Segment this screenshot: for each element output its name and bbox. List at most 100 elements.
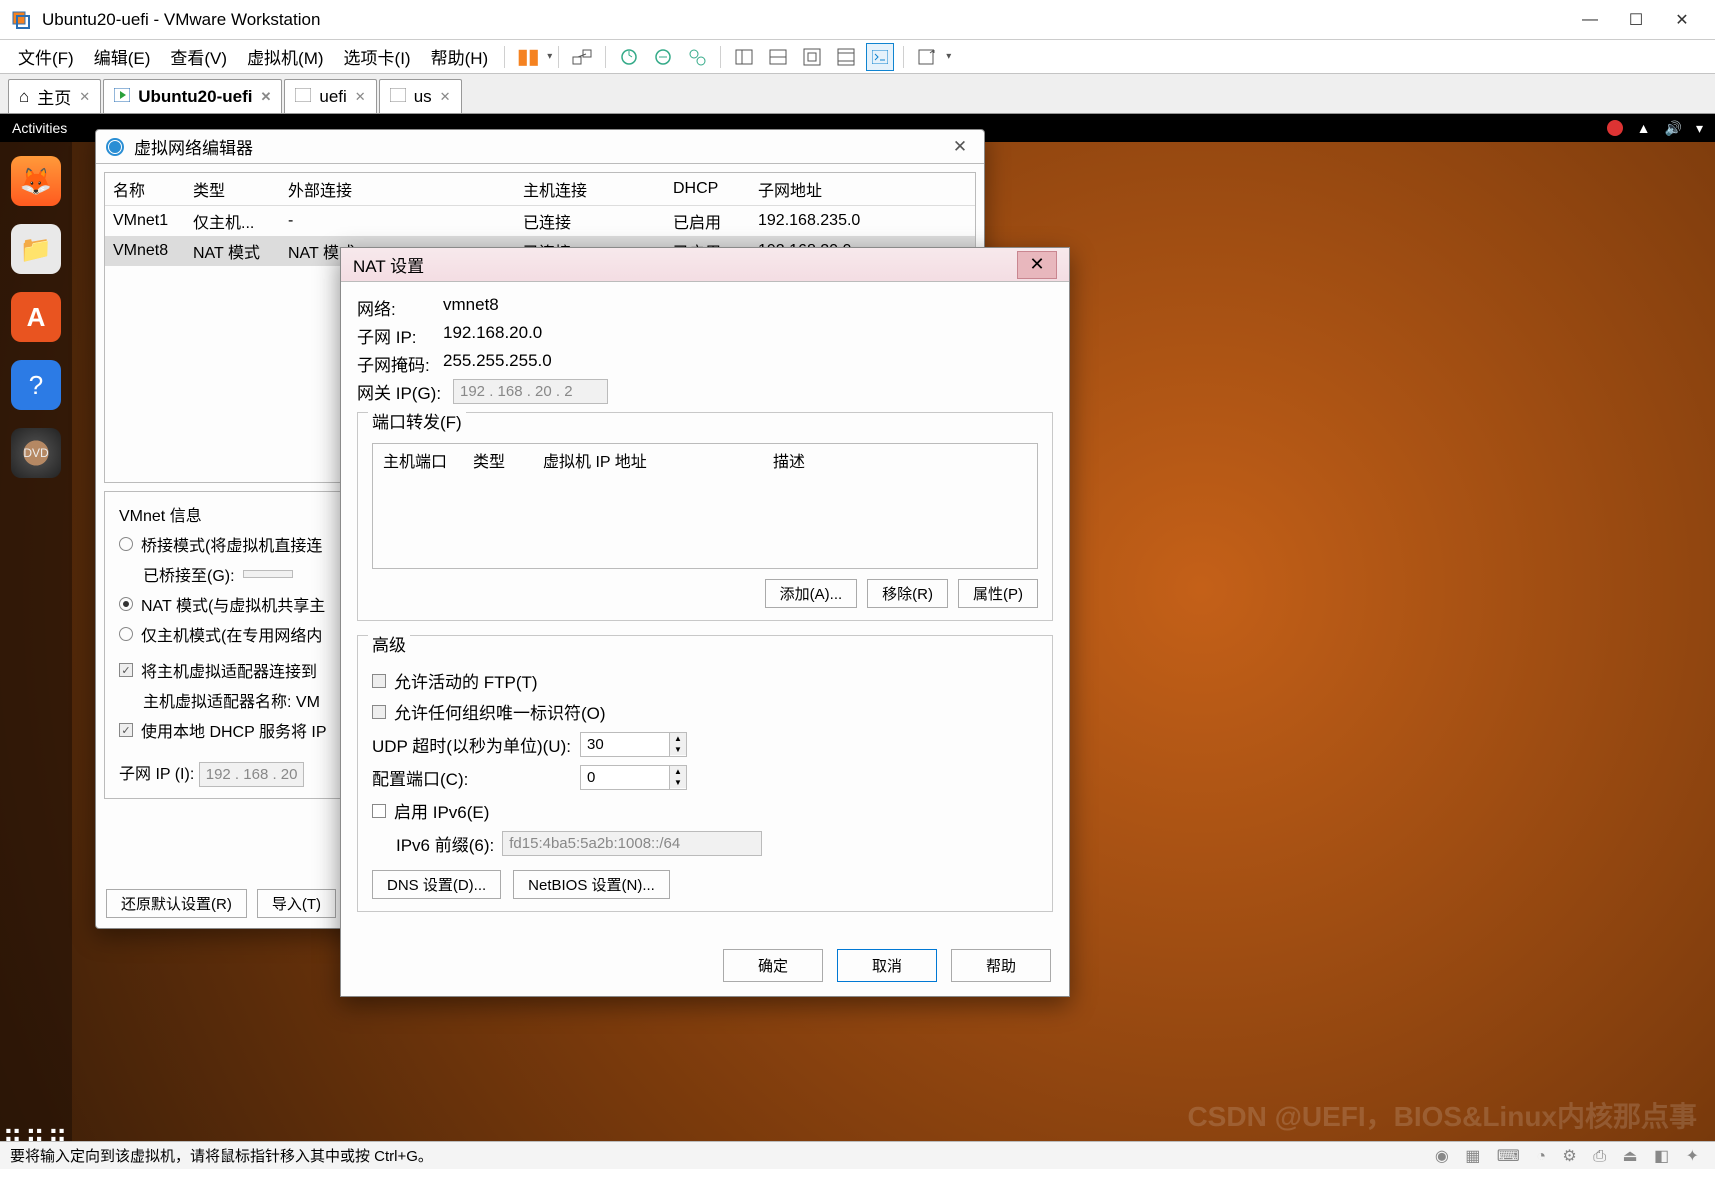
properties-button[interactable]: 属性(P) <box>958 579 1038 608</box>
send-cad-icon[interactable] <box>568 43 596 71</box>
tab-us[interactable]: us ✕ <box>379 79 462 113</box>
config-port-input[interactable]: 0 <box>580 765 670 790</box>
activities-label[interactable]: Activities <box>12 120 67 136</box>
expand-icon[interactable] <box>913 43 941 71</box>
udp-spinner[interactable]: ▲▼ <box>670 732 687 757</box>
fullscreen-icon[interactable] <box>832 43 860 71</box>
tab-close-icon[interactable]: ✕ <box>260 89 271 105</box>
port-forward-legend: 端口转发(F) <box>368 408 466 433</box>
status-bar: 要将输入定向到该虚拟机，请将鼠标指针移入其中或按 Ctrl+G。 ◉ ▦ ⌨ ◔… <box>0 1141 1715 1169</box>
software-center-icon[interactable]: A <box>11 292 61 342</box>
vmnet-info-title: VMnet 信息 <box>119 508 202 525</box>
subip-value: 192.168.20.0 <box>443 323 542 348</box>
window-title: Ubuntu20-uefi - VMware Workstation <box>42 10 320 30</box>
files-icon[interactable]: 📁 <box>11 224 61 274</box>
nat-title-text: NAT 设置 <box>353 252 424 277</box>
unity-icon[interactable] <box>798 43 826 71</box>
help-icon[interactable]: ? <box>11 360 61 410</box>
menu-file[interactable]: 文件(F) <box>8 40 84 73</box>
menu-vm[interactable]: 虚拟机(M) <box>237 40 333 73</box>
tab-home[interactable]: ⌂ 主页 ✕ <box>8 79 101 113</box>
col-subnet: 子网地址 <box>750 173 975 206</box>
udp-timeout-input[interactable]: 30 <box>580 732 670 757</box>
vmware-icon <box>10 9 32 31</box>
col-name: 名称 <box>105 173 185 206</box>
network-icon[interactable]: ▲ <box>1637 120 1651 136</box>
netbios-settings-button[interactable]: NetBIOS 设置(N)... <box>513 870 670 899</box>
sound-icon[interactable]: 🔊 <box>1665 120 1682 137</box>
cfgport-spinner[interactable]: ▲▼ <box>670 765 687 790</box>
multi-window-icon[interactable] <box>764 43 792 71</box>
col-vmip: 虚拟机 IP 地址 <box>533 444 763 476</box>
port-forward-table[interactable]: 主机端口 类型 虚拟机 IP 地址 描述 <box>372 443 1038 569</box>
subip-label: 子网 IP: <box>357 323 439 348</box>
menu-edit[interactable]: 编辑(E) <box>84 40 161 73</box>
tab-uefi[interactable]: uefi ✕ <box>284 79 376 113</box>
minimize-button[interactable]: — <box>1567 5 1613 35</box>
check-allow-oui[interactable]: 允许任何组织唯一标识符(O) <box>372 699 1038 724</box>
menu-view[interactable]: 查看(V) <box>160 40 237 73</box>
menu-tabs[interactable]: 选项卡(I) <box>334 40 421 73</box>
tab-close-icon[interactable]: ✕ <box>440 89 451 105</box>
console-icon[interactable] <box>866 43 894 71</box>
tab-label: Ubuntu20-uefi <box>138 87 252 107</box>
cancel-button[interactable]: 取消 <box>837 949 937 982</box>
close-button[interactable]: ✕ <box>1659 5 1705 35</box>
mask-value: 255.255.255.0 <box>443 351 552 376</box>
subnet-ip-input[interactable]: 192 . 168 . 20 <box>199 762 305 787</box>
vne-titlebar[interactable]: 虚拟网络编辑器 ✕ <box>96 130 984 164</box>
tab-ubuntu20-uefi[interactable]: Ubuntu20-uefi ✕ <box>103 79 282 113</box>
pause-button[interactable]: ▮▮ <box>514 43 542 71</box>
stop-icon[interactable] <box>1607 120 1623 136</box>
disc-icon[interactable]: DVD <box>11 428 61 478</box>
menu-help[interactable]: 帮助(H) <box>421 40 499 73</box>
vne-title-text: 虚拟网络编辑器 <box>134 134 253 159</box>
vm-running-icon <box>114 87 130 107</box>
maximize-button[interactable]: ☐ <box>1613 5 1659 35</box>
dns-settings-button[interactable]: DNS 设置(D)... <box>372 870 501 899</box>
vne-close-button[interactable]: ✕ <box>946 136 974 158</box>
gateway-input[interactable]: 192 . 168 . 20 . 2 <box>453 379 608 404</box>
snapshot-revert-icon[interactable] <box>649 43 677 71</box>
help-button[interactable]: 帮助 <box>951 949 1051 982</box>
vm-icon <box>390 87 406 107</box>
col-type: 类型 <box>463 444 533 476</box>
menubar: 文件(F) 编辑(E) 查看(V) 虚拟机(M) 选项卡(I) 帮助(H) ▮▮… <box>0 40 1715 74</box>
single-window-icon[interactable] <box>730 43 758 71</box>
col-ext: 外部连接 <box>280 173 515 206</box>
tab-label: us <box>414 87 432 107</box>
check-enable-ipv6[interactable]: 启用 IPv6(E) <box>372 798 1038 823</box>
snapshot-manager-icon[interactable] <box>683 43 711 71</box>
nat-close-button[interactable]: ✕ <box>1017 251 1057 279</box>
tab-label: 主页 <box>37 84 71 109</box>
advanced-legend: 高级 <box>368 631 410 656</box>
snapshot-icon[interactable] <box>615 43 643 71</box>
vm-icon <box>295 87 311 107</box>
power-icon[interactable]: ▾ <box>1696 120 1703 137</box>
device-icons[interactable]: ◉ ▦ ⌨ ◔ ⚙ ⎙ ⏏ ◧ ✦ <box>1435 1146 1705 1166</box>
nat-titlebar[interactable]: NAT 设置 ✕ <box>341 248 1069 282</box>
ipv6-prefix-input[interactable]: fd15:4ba5:5a2b:1008::/64 <box>502 831 762 856</box>
add-button[interactable]: 添加(A)... <box>765 579 858 608</box>
port-forward-section: 端口转发(F) 主机端口 类型 虚拟机 IP 地址 描述 <box>357 412 1053 621</box>
status-text: 要将输入定向到该虚拟机，请将鼠标指针移入其中或按 Ctrl+G。 <box>10 1145 433 1166</box>
globe-icon <box>106 138 124 156</box>
tab-label: uefi <box>319 87 346 107</box>
check-allow-ftp[interactable]: 允许活动的 FTP(T) <box>372 668 1038 693</box>
table-row[interactable]: VMnet1仅主机...- 已连接已启用192.168.235.0 <box>105 206 975 237</box>
tab-close-icon[interactable]: ✕ <box>355 89 366 105</box>
table-header: 名称 类型 外部连接 主机连接 DHCP 子网地址 <box>105 173 975 206</box>
tab-close-icon[interactable]: ✕ <box>79 89 90 105</box>
nat-settings-dialog: NAT 设置 ✕ 网络:vmnet8 子网 IP:192.168.20.0 子网… <box>340 247 1070 997</box>
udp-timeout-label: UDP 超时(以秒为单位)(U): <box>372 732 572 757</box>
col-dhcp: DHCP <box>665 173 750 206</box>
restore-defaults-button[interactable]: 还原默认设置(R) <box>106 889 247 918</box>
col-hostport: 主机端口 <box>373 444 463 476</box>
gateway-label: 网关 IP(G): <box>357 379 449 404</box>
firefox-icon[interactable]: 🦊 <box>11 156 61 206</box>
vm-display[interactable]: Activities ▲ 🔊 ▾ 🦊 📁 A ? DVD ⠿⠿⠿ CSDN @U… <box>0 114 1715 1169</box>
net-label: 网络: <box>357 295 439 320</box>
remove-button[interactable]: 移除(R) <box>867 579 948 608</box>
ok-button[interactable]: 确定 <box>723 949 823 982</box>
import-button[interactable]: 导入(T) <box>257 889 336 918</box>
